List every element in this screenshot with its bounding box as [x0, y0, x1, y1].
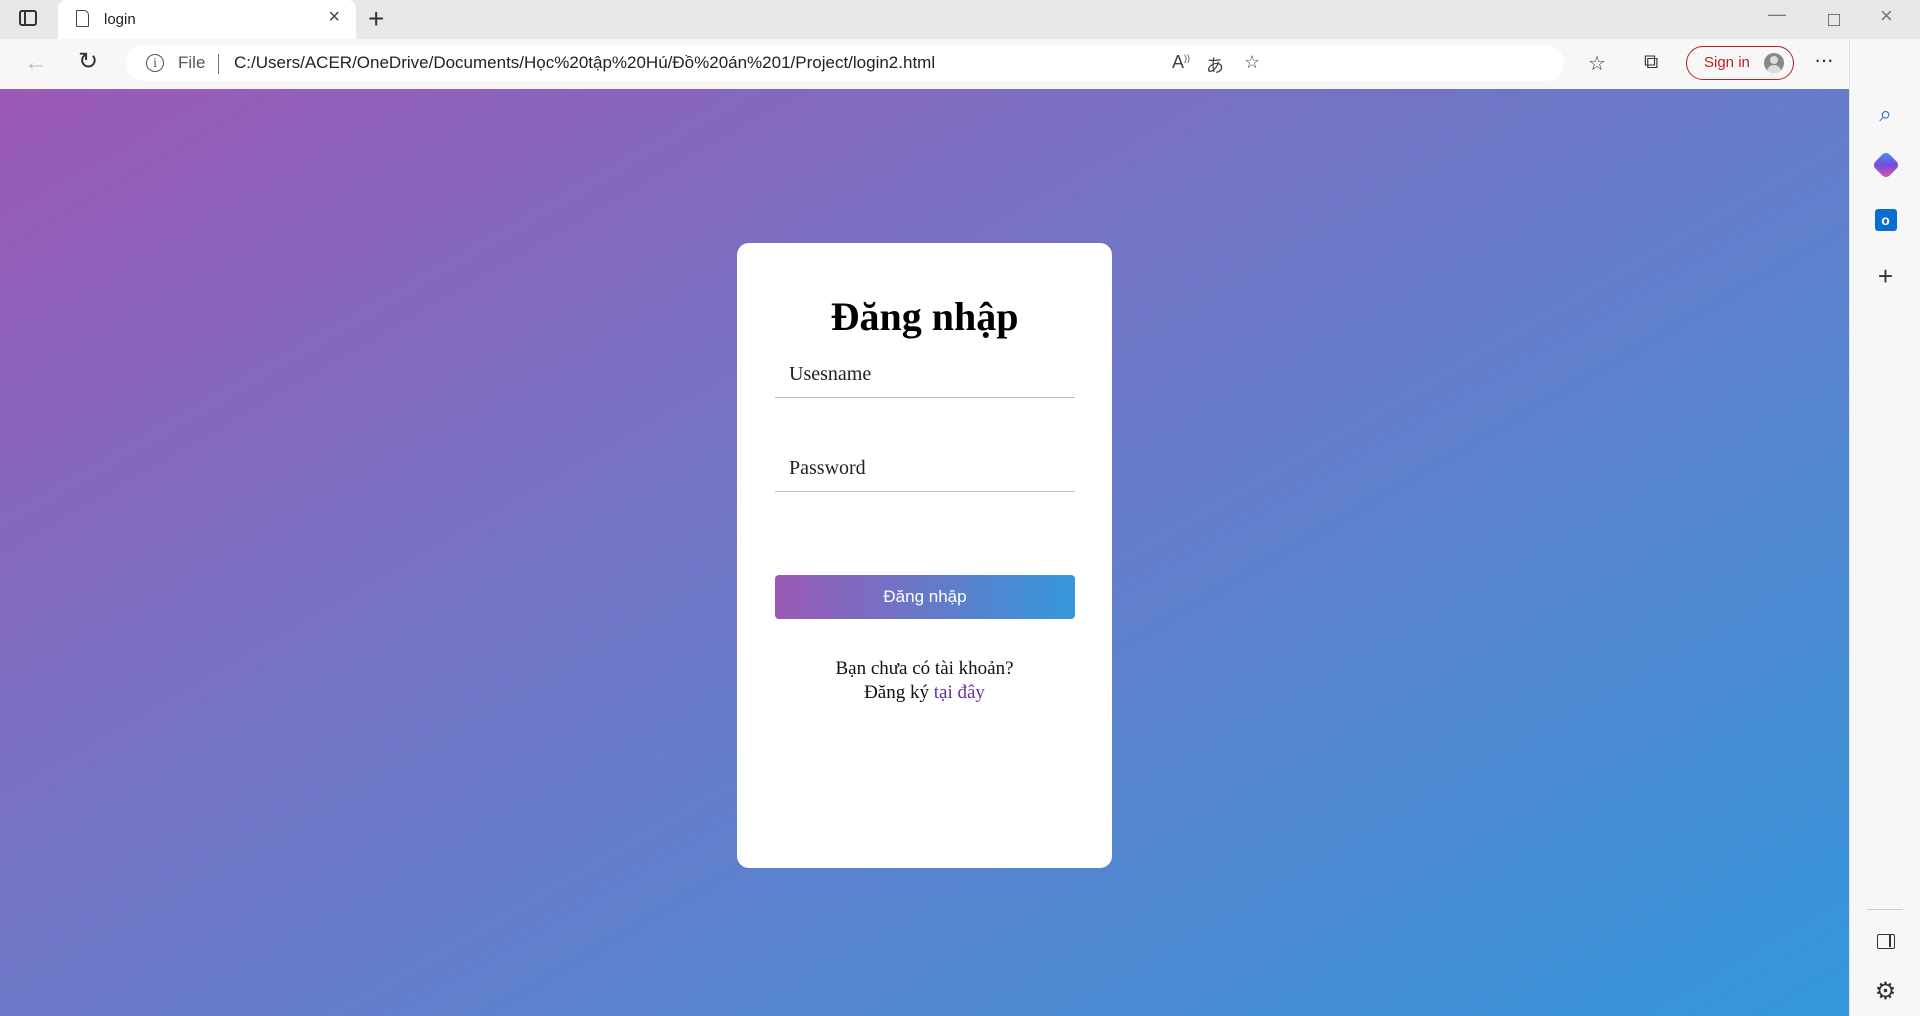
collections-icon[interactable]: ⧉ [1644, 51, 1658, 74]
page-title: Đăng nhập [830, 294, 1019, 339]
sign-in-button[interactable]: Sign in [1686, 46, 1794, 80]
edge-sidebar: ⌕ o + ⚙ [1849, 39, 1920, 1016]
scheme-label: File [178, 53, 206, 72]
sign-in-label: Sign in [1704, 54, 1750, 71]
address-bar[interactable]: i File C:/Users/ACER/OneDrive/Documents/… [126, 45, 1564, 81]
login-card: Đăng nhập Đăng nhập Bạn chưa có tài khoả… [737, 243, 1112, 868]
new-tab-icon[interactable]: + [368, 3, 384, 35]
register-link[interactable]: tại đây [934, 682, 985, 703]
more-icon[interactable]: ··· [1814, 47, 1834, 73]
info-icon[interactable]: i [146, 54, 164, 72]
tab-login[interactable]: login × [58, 0, 356, 39]
add-favorite-icon[interactable]: ☆ [1244, 52, 1260, 73]
settings-icon[interactable]: ⚙ [1850, 977, 1920, 1006]
back-icon[interactable]: ← [24, 49, 48, 77]
copilot-icon[interactable] [1850, 150, 1920, 181]
translate-icon[interactable]: あ [1206, 52, 1224, 78]
favorites-icon[interactable]: ☆ [1588, 51, 1606, 76]
read-aloud-icon[interactable]: A)) [1172, 52, 1190, 73]
reload-icon[interactable]: ↻ [78, 47, 98, 76]
username-input[interactable] [775, 352, 1075, 398]
sidebar-divider [1867, 909, 1903, 910]
tab-title: login [104, 11, 136, 28]
restore-icon[interactable] [1828, 14, 1840, 26]
register-prefix: Đăng ký [864, 682, 929, 703]
address-separator [218, 54, 219, 74]
register-prompt: Bạn chưa có tài khoản? Đăng ký tại đây [737, 657, 1112, 705]
tab-actions-icon[interactable] [19, 10, 37, 26]
password-input[interactable] [775, 446, 1075, 492]
url-text[interactable]: C:/Users/ACER/OneDrive/Documents/Học%20t… [234, 53, 935, 73]
page-background: Đăng nhập Đăng nhập Bạn chưa có tài khoả… [0, 89, 1849, 1016]
browser-toolbar: ← ↻ i File C:/Users/ACER/OneDrive/Docume… [0, 39, 1920, 89]
tab-strip: login × + — × [0, 0, 1920, 39]
window-close-icon[interactable]: × [1880, 3, 1893, 29]
search-icon[interactable]: ⌕ [1850, 101, 1920, 127]
page-icon [76, 10, 89, 27]
add-icon[interactable]: + [1850, 261, 1920, 292]
outlook-icon[interactable]: o [1850, 205, 1920, 231]
split-panel-icon[interactable] [1850, 929, 1920, 955]
avatar [1764, 53, 1784, 73]
login-button[interactable]: Đăng nhập [775, 575, 1075, 619]
no-account-text: Bạn chưa có tài khoản? [835, 658, 1014, 679]
minimize-icon[interactable]: — [1768, 4, 1786, 25]
close-tab-icon[interactable]: × [328, 7, 340, 27]
